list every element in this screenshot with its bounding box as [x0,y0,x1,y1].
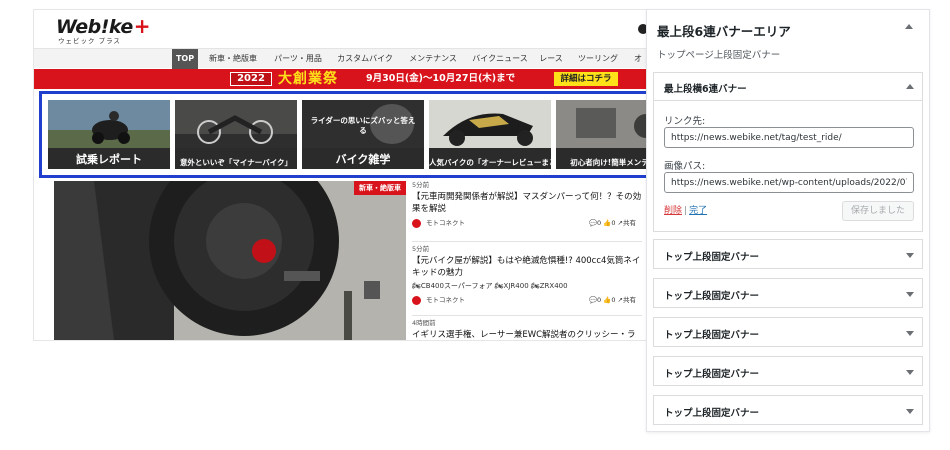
expand-arrow-icon[interactable] [906,409,914,414]
nav-item-parts[interactable]: パーツ・用品 [268,49,328,69]
widget-top-fixed-banner[interactable]: トップ上段固定バナー [653,239,923,269]
article-list: 5分前 【元車両開発関係者が解説】マスダンパーって何！？その効果を解説 モトコネ… [412,181,642,340]
saved-button[interactable]: 保存しました [842,201,914,221]
banner-label: バイク雑学 [335,153,391,166]
article-time: 4時間前 [412,319,436,327]
widget-title: トップ上段固定バナー [664,330,760,341]
logo-subtitle: ウェビック プラス [58,37,121,45]
hero-photo-wheel [54,181,406,340]
panel-description: トップページ上段固定バナー [657,50,781,61]
widget-title: トップ上段固定バナー [664,408,760,419]
article-item[interactable]: 4時間前 イギリス選手権、レーサー兼EWC解説者のクリッシー・ラウス選手を追悼 [412,319,642,340]
banner-label: 初心者向け!簡単メンテナン [570,158,646,167]
nav-item-top[interactable]: TOP [172,49,198,69]
panel-title: 最上段6連バナーエリア [657,24,791,39]
author-logo-icon [412,219,421,228]
expand-arrow-icon[interactable] [906,253,914,258]
article-meta: モトコネクト 💬0 👍0 ↗共有 [412,217,642,229]
widget-six-banner-expanded: 最上段横6連バナー リンク先: 画像パス: 削除|完了 保存しました [653,72,923,232]
image-path-label: 画像パス: [664,161,706,172]
banner-photo-bike [175,100,297,148]
banner-photo-sportbike [429,100,551,148]
article-divider [412,241,642,242]
nav-item-custom[interactable]: カスタムバイク [332,49,398,69]
article-title[interactable]: 【元バイク屋が解説】もはや絶滅危惧種!? 400cc4気筒ネイキッドの魅力 [412,255,642,279]
article-stats[interactable]: 💬0 👍0 ↗共有 [589,217,636,229]
widget-title: トップ上段固定バナー [664,291,760,302]
nav-item-touring[interactable]: ツーリング [570,49,626,69]
nav-item-maintenance[interactable]: メンテナンス [402,49,464,69]
banner-test-ride[interactable]: 試乗レポート [48,100,170,169]
delete-link[interactable]: 削除 [664,206,682,216]
widget-title: 最上段横6連バナー [664,84,747,95]
widget-title: トップ上段固定バナー [664,252,760,263]
widget-top-fixed-banner[interactable]: トップ上段固定バナー [653,278,923,308]
hero-category-tag[interactable]: 新車・絶版車 [354,181,406,195]
header-user-icon[interactable] [638,24,646,34]
logo-plus: + [133,14,151,38]
banner-label: 試乗レポート [76,153,142,166]
article-title[interactable]: イギリス選手権、レーサー兼EWC解説者のクリッシー・ラウス選手を追悼 [412,329,642,340]
banner-photo-rider [48,100,170,148]
widget-top-fixed-banner[interactable]: トップ上段固定バナー [653,356,923,386]
article-author[interactable]: モトコネクト [426,217,465,229]
expand-arrow-icon[interactable] [906,370,914,375]
banner-label: 人気バイクの「オーナーレビューまとめ」 [429,158,551,167]
banner-easy-maintenance[interactable]: 初心者向け!簡単メンテナン [556,100,646,169]
expand-arrow-icon[interactable] [906,292,914,297]
widget-top-fixed-banner[interactable]: トップ上段固定バナー [653,395,923,425]
banner-label: 意外といいぞ「マイナーバイク」 [179,158,293,167]
site-nav: TOP 新車・絶版車 パーツ・用品 カスタムバイク メンテナンス バイクニュース… [34,48,646,69]
widget-area-panel: 最上段6連バナーエリア トップページ上段固定バナー 最上段横6連バナー リンク先… [646,9,930,432]
widget-top-fixed-banner[interactable]: トップ上段固定バナー [653,317,923,347]
article-item[interactable]: 5分前 【元車両開発関係者が解説】マスダンパーって何！？その効果を解説 モトコネ… [412,181,642,229]
widget-header[interactable]: 最上段横6連バナー [654,73,922,101]
action-separator: | [684,206,688,216]
nav-item-race[interactable]: レース [536,49,566,69]
link-url-input[interactable] [664,127,914,148]
article-tags[interactable]: 🏍CB400スーパーフォア 🏍XJR400 🏍ZRX400 [412,281,642,292]
site-preview: Web!ke+ ウェビック プラス TOP 新車・絶版車 パーツ・用品 カスタム… [34,10,646,340]
banner-photo-maintenance [556,100,646,148]
widget-actions: 削除 | 完了 [664,203,707,216]
campaign-detail-button[interactable]: 詳細はコチラ [554,72,618,86]
article-time: 5分前 [412,245,430,253]
nav-item-new-bikes[interactable]: 新車・絶版車 [202,49,264,69]
collapse-arrow-icon[interactable] [906,84,914,89]
article-stats[interactable]: 💬0 👍0 ↗共有 [589,294,636,306]
banner-owner-review[interactable]: 人気バイクの「オーナーレビューまとめ」 [429,100,551,169]
panel-header[interactable]: 最上段6連バナーエリア [647,10,929,46]
expand-arrow-icon[interactable] [906,331,914,336]
article-title[interactable]: 【元車両開発関係者が解説】マスダンパーって何！？その効果を解説 [412,191,642,215]
nav-item-more[interactable]: オ [630,49,646,69]
campaign-banner[interactable]: 2022 大創業祭 9月30日(金)～10月27日(木)まで 詳細はコチラ [34,69,646,89]
site-header: Web!ke+ ウェビック プラス [34,10,646,48]
banner-minor-bike[interactable]: 意外といいぞ「マイナーバイク」 [175,100,297,169]
campaign-title: 大創業祭 [278,71,338,87]
campaign-dates: 9月30日(金)～10月27日(木)まで [366,73,516,84]
widget-title: トップ上段固定バナー [664,369,760,380]
top-six-banner-area: 試乗レポート 意外といいぞ「マイナーバイク」 ライダーの思いにズバッと答える バ… [39,91,646,178]
link-field-label: リンク先: [664,116,706,127]
article-item[interactable]: 5分前 【元バイク屋が解説】もはや絶滅危惧種!? 400cc4気筒ネイキッドの魅… [412,245,642,306]
article-divider [412,315,642,316]
collapse-arrow-icon[interactable] [905,24,913,29]
campaign-year: 2022 [230,72,272,86]
image-path-input[interactable] [664,172,914,193]
article-meta: モトコネクト 💬0 👍0 ↗共有 [412,294,642,306]
done-link[interactable]: 完了 [689,206,707,216]
article-time: 5分前 [412,181,430,189]
nav-item-news[interactable]: バイクニュース [468,49,532,69]
article-author[interactable]: モトコネクト [426,294,465,306]
hero-article-image[interactable]: 新車・絶版車 [54,181,406,340]
banner-caption: ライダーの思いにズバッと答える [310,116,416,135]
banner-bike-trivia[interactable]: ライダーの思いにズバッと答える バイク雑学 [302,100,424,169]
author-logo-icon [412,296,421,305]
